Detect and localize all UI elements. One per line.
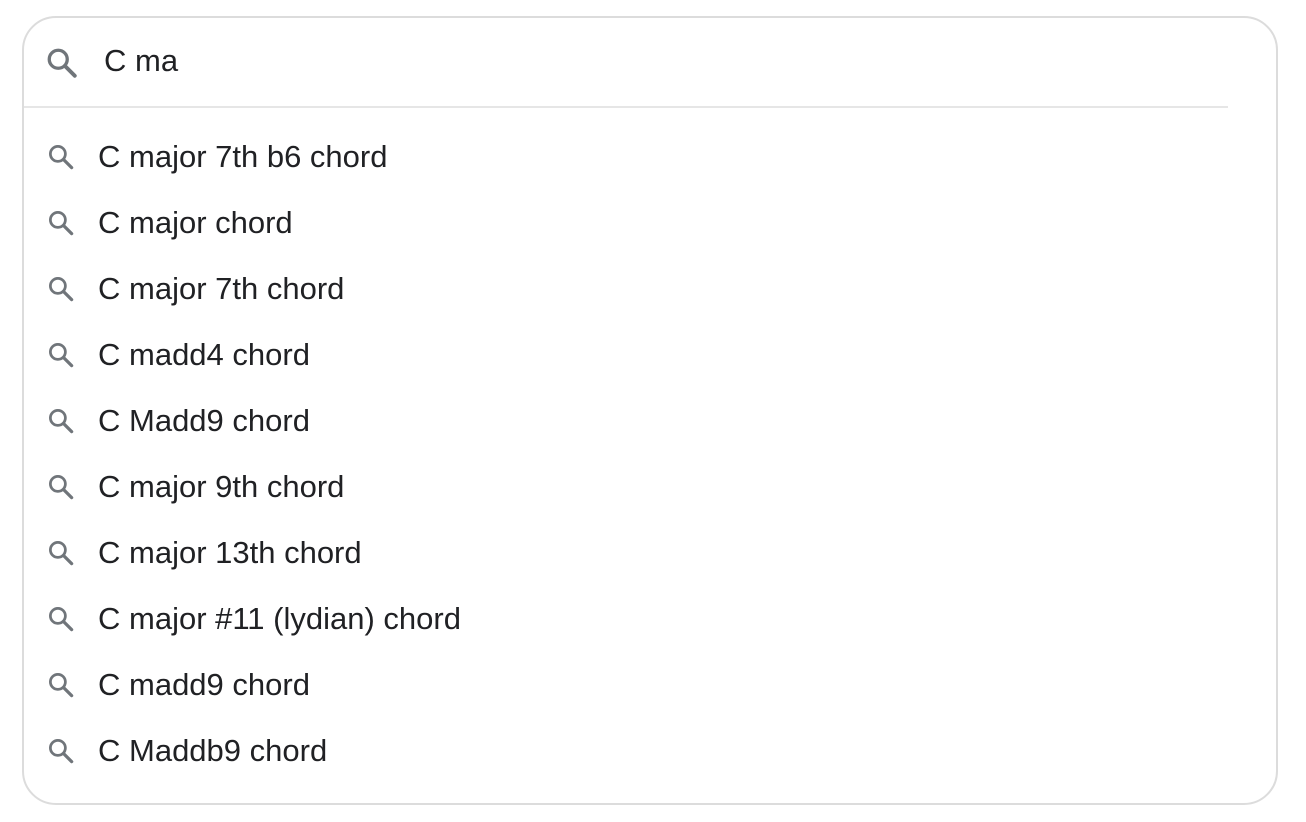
search-icon [46, 736, 76, 766]
search-icon [44, 45, 80, 81]
suggestion-label: C major 7th b6 chord [98, 139, 388, 174]
suggestion-label: C madd4 chord [98, 337, 310, 372]
search-bar[interactable] [24, 18, 1228, 108]
suggestion-label: C major 7th chord [98, 271, 345, 306]
search-icon [46, 142, 76, 172]
search-input[interactable] [104, 36, 1204, 86]
suggestion-item[interactable]: C major 13th chord [24, 520, 1278, 586]
suggestion-item[interactable]: C major 7th b6 chord [24, 124, 1278, 190]
suggestion-label: C madd9 chord [98, 667, 310, 702]
suggestion-label: C Maddb9 chord [98, 733, 328, 768]
suggestion-item[interactable]: C major chord [24, 190, 1278, 256]
suggestion-item[interactable]: C major 7th chord [24, 256, 1278, 322]
suggestion-item[interactable]: C madd4 chord [24, 322, 1278, 388]
search-icon [46, 340, 76, 370]
search-icon [46, 604, 76, 634]
suggestion-item[interactable]: C major #11 (lydian) chord [24, 586, 1278, 652]
suggestion-label: C major #11 (lydian) chord [98, 601, 461, 636]
search-icon [46, 538, 76, 568]
suggestion-list: C major 7th b6 chord C major chord C maj… [24, 124, 1278, 784]
search-icon [46, 472, 76, 502]
search-icon [46, 274, 76, 304]
search-icon [46, 208, 76, 238]
search-box: C major 7th b6 chord C major chord C maj… [22, 16, 1278, 805]
suggestion-label: C major 9th chord [98, 469, 345, 504]
suggestion-item[interactable]: C Madd9 chord [24, 388, 1278, 454]
search-icon [46, 406, 76, 436]
suggestion-item[interactable]: C major 9th chord [24, 454, 1278, 520]
suggestion-item[interactable]: C madd9 chord [24, 652, 1278, 718]
suggestion-label: C major 13th chord [98, 535, 362, 570]
suggestion-label: C major chord [98, 205, 293, 240]
search-icon [46, 670, 76, 700]
suggestion-item[interactable]: C Maddb9 chord [24, 718, 1278, 784]
suggestion-label: C Madd9 chord [98, 403, 310, 438]
